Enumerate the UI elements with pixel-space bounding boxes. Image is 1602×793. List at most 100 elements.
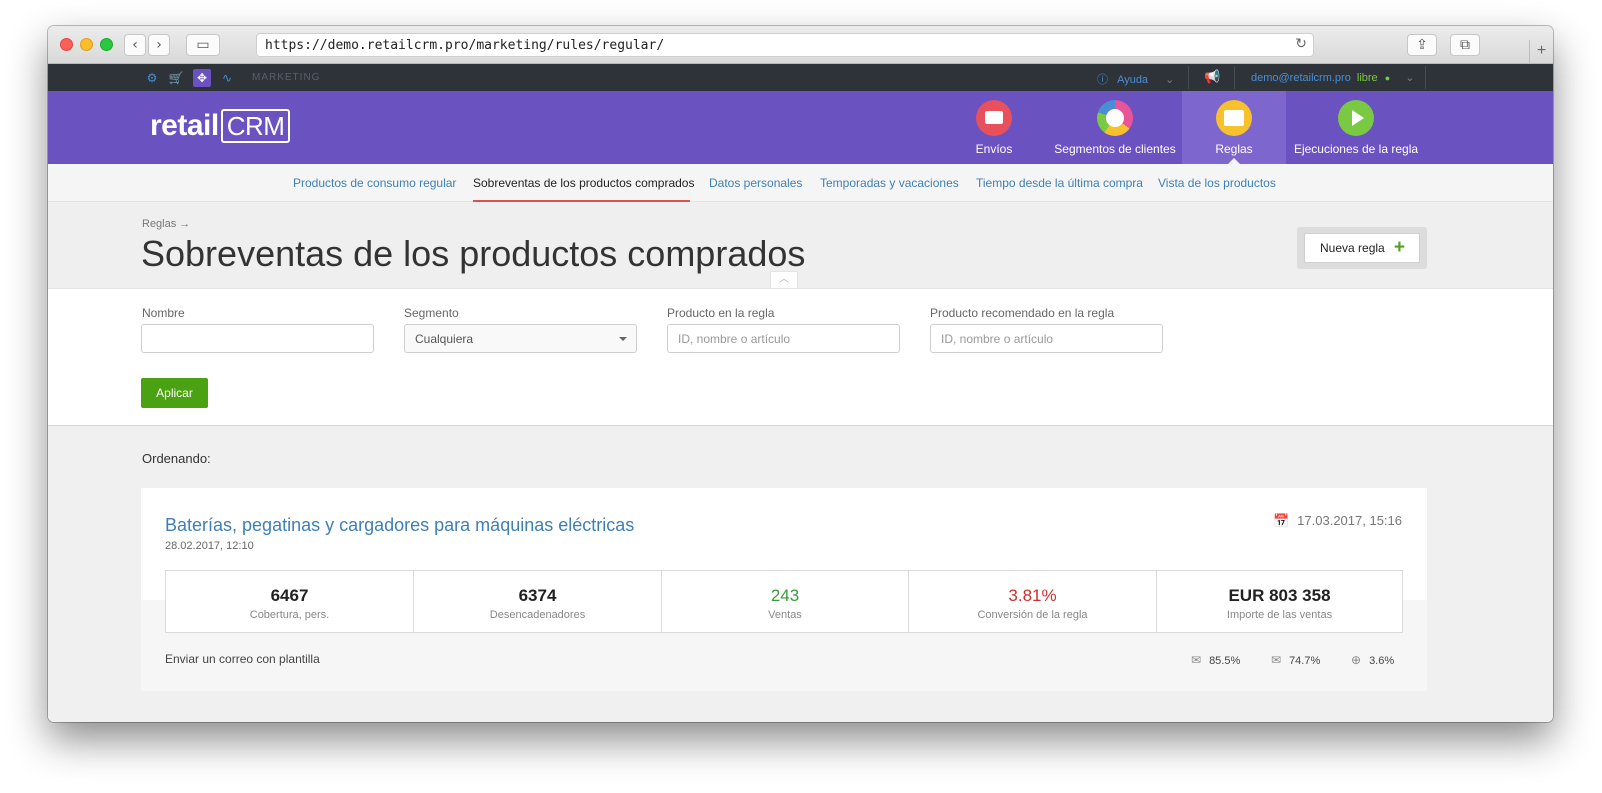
product-filter-input[interactable]: ID, nombre o artículo (667, 324, 900, 353)
ordering-label: Ordenando: (142, 451, 211, 466)
product-filter-label: Producto en la regla (667, 306, 775, 320)
calendar-icon: 📅 (1272, 514, 1290, 529)
play-icon (1338, 100, 1374, 136)
stat-value: 243 (770, 586, 800, 605)
chevron-down-icon: ⌄ (1165, 74, 1175, 86)
segment-filter-select[interactable]: Cualquiera (404, 324, 637, 353)
user-menu[interactable]: demo@retailcrm.pro libre ● ⌄ (1251, 71, 1414, 84)
metric-value: 85.5% (1209, 655, 1241, 667)
page-title: Sobreventas de los productos comprados (141, 233, 806, 274)
nav-envios[interactable]: Envíos (958, 91, 1030, 164)
segment-selected-value: Cualquiera (415, 332, 474, 346)
tab-temporadas[interactable]: Temporadas y vacaciones (820, 176, 959, 190)
stat-label: Desencadenadores (489, 609, 586, 621)
nav-label: Envíos (975, 142, 1013, 156)
retailcrm-logo[interactable]: retail CRM (150, 109, 291, 143)
rule-title-link[interactable]: Baterías, pegatinas y cargadores para má… (165, 515, 634, 536)
app-topbar: ⚙ 🛒 ✥ ∿ MARKETING ⓘ Ayuda ⌄ 📢 demo@retai… (48, 64, 1553, 91)
metric-value: 3.6% (1369, 655, 1395, 667)
orders-cart-icon[interactable]: 🛒 (168, 70, 184, 86)
rule-action-label: Enviar un correo con plantilla (165, 652, 320, 666)
marketing-icon[interactable]: ✥ (193, 69, 211, 87)
stat-value: EUR 803 358 (1228, 586, 1331, 605)
divider (1234, 66, 1235, 89)
tabs-overview-icon[interactable]: ⧉ (1450, 34, 1480, 56)
nav-reglas[interactable]: Reglas (1182, 91, 1286, 164)
forward-arrow-icon[interactable]: › (148, 34, 170, 56)
rule-created-date: 28.02.2017, 12:10 (165, 540, 254, 552)
nav-ejecuciones[interactable]: Ejecuciones de la regla (1288, 91, 1424, 164)
logo-text: retail (150, 109, 219, 142)
active-tab-underline (473, 200, 690, 202)
minimize-window-button[interactable] (80, 38, 93, 51)
announcements-megaphone-icon[interactable]: 📢 (1204, 69, 1220, 85)
metric-delivered: ✉ 85.5% (1191, 653, 1240, 667)
tab-datos-personales[interactable]: Datos personales (709, 176, 802, 190)
dropdown-caret-icon (619, 337, 627, 341)
reload-icon[interactable]: ↻ (1295, 36, 1307, 52)
rules-list-area: Ordenando: Baterías, pegatinas y cargado… (48, 426, 1553, 722)
stat-value: 6374 (518, 586, 557, 605)
analytics-chart-icon[interactable]: ∿ (219, 70, 235, 86)
stat-desencadenadores: 6374 Desencadenadores (413, 571, 661, 632)
user-email: demo@retailcrm.pro (1251, 72, 1351, 84)
help-label: Ayuda (1117, 74, 1149, 86)
settings-gear-icon[interactable]: ⚙ (144, 70, 160, 86)
stat-ventas: 243 Ventas (661, 571, 908, 632)
address-bar[interactable]: https://demo.retailcrm.pro/marketing/rul… (256, 33, 1314, 57)
rules-list-icon (1216, 100, 1252, 136)
segment-filter-label: Segmento (404, 306, 459, 320)
divider (1425, 66, 1426, 89)
url-text: https://demo.retailcrm.pro/marketing/rul… (265, 38, 665, 53)
page-header: Reglas → Sobreventas de los productos co… (48, 203, 1553, 288)
stat-value: 3.81% (1008, 586, 1057, 605)
help-circle-icon: ⓘ (1097, 74, 1108, 86)
stat-value: 6467 (270, 586, 309, 605)
stat-importe: EUR 803 358 Importe de las ventas (1156, 571, 1402, 632)
close-window-button[interactable] (60, 38, 73, 51)
mail-sent-icon: ✉ (1191, 653, 1202, 667)
mail-open-icon: ✉ (1271, 653, 1282, 667)
nav-label: Segmentos de clientes (1054, 142, 1176, 156)
new-tab-icon[interactable]: + (1529, 40, 1553, 64)
online-dot-icon: ● (1384, 73, 1391, 83)
stat-label: Ventas (768, 609, 802, 621)
share-icon[interactable]: ⇪ (1407, 34, 1437, 56)
nav-label: Ejecuciones de la regla (1293, 142, 1419, 156)
segment-chart-icon (1097, 100, 1133, 136)
name-filter-label: Nombre (142, 306, 185, 320)
tab-tiempo-ultima-compra[interactable]: Tiempo desde la última compra (976, 176, 1143, 190)
sidebar-toggle-icon[interactable]: ▭ (186, 34, 220, 56)
user-status: libre (1356, 72, 1378, 84)
nav-segmentos[interactable]: Segmentos de clientes (1050, 91, 1180, 164)
globe-icon: ⊕ (1351, 653, 1362, 667)
section-label: MARKETING (252, 72, 321, 83)
rules-subnav: Productos de consumo regular Sobreventas… (48, 164, 1553, 202)
browser-titlebar: ‹ › ▭ https://demo.retailcrm.pro/marketi… (48, 26, 1553, 64)
tab-sobreventas[interactable]: Sobreventas de los productos comprados (473, 176, 694, 190)
app-header: retail CRM Envíos Segmentos de clientes R… (48, 91, 1553, 164)
metric-clicks: ⊕ 3.6% (1351, 653, 1394, 667)
collapse-filters-chevron-up-icon[interactable]: ︿ (770, 271, 798, 288)
chevron-down-icon: ⌄ (1405, 72, 1415, 84)
stat-label: Importe de las ventas (1226, 609, 1333, 621)
stat-cobertura: 6467 Cobertura, pers. (166, 571, 413, 632)
help-menu[interactable]: ⓘ Ayuda ⌄ (1097, 71, 1174, 87)
rule-updated-date: 17.03.2017, 15:16 (1297, 513, 1402, 528)
apply-button[interactable]: Aplicar (141, 378, 208, 408)
metric-opened: ✉ 74.7% (1271, 653, 1320, 667)
plus-icon: + (1393, 237, 1405, 258)
back-arrow-icon[interactable]: ‹ (124, 34, 146, 56)
logo-crm: CRM (220, 109, 291, 143)
new-rule-button[interactable]: Nueva regla + (1304, 233, 1420, 263)
name-filter-input[interactable] (141, 324, 374, 353)
breadcrumb[interactable]: Reglas → (142, 218, 190, 230)
tab-productos-consumo-regular[interactable]: Productos de consumo regular (293, 176, 456, 190)
divider (1188, 66, 1189, 89)
recommended-filter-input[interactable]: ID, nombre o artículo (930, 324, 1163, 353)
filters-panel: Nombre Segmento Cualquiera Producto en l… (48, 288, 1553, 426)
metric-value: 74.7% (1289, 655, 1321, 667)
tab-vista-productos[interactable]: Vista de los productos (1158, 176, 1276, 190)
zoom-window-button[interactable] (100, 38, 113, 51)
rule-card: Baterías, pegatinas y cargadores para má… (141, 488, 1427, 691)
